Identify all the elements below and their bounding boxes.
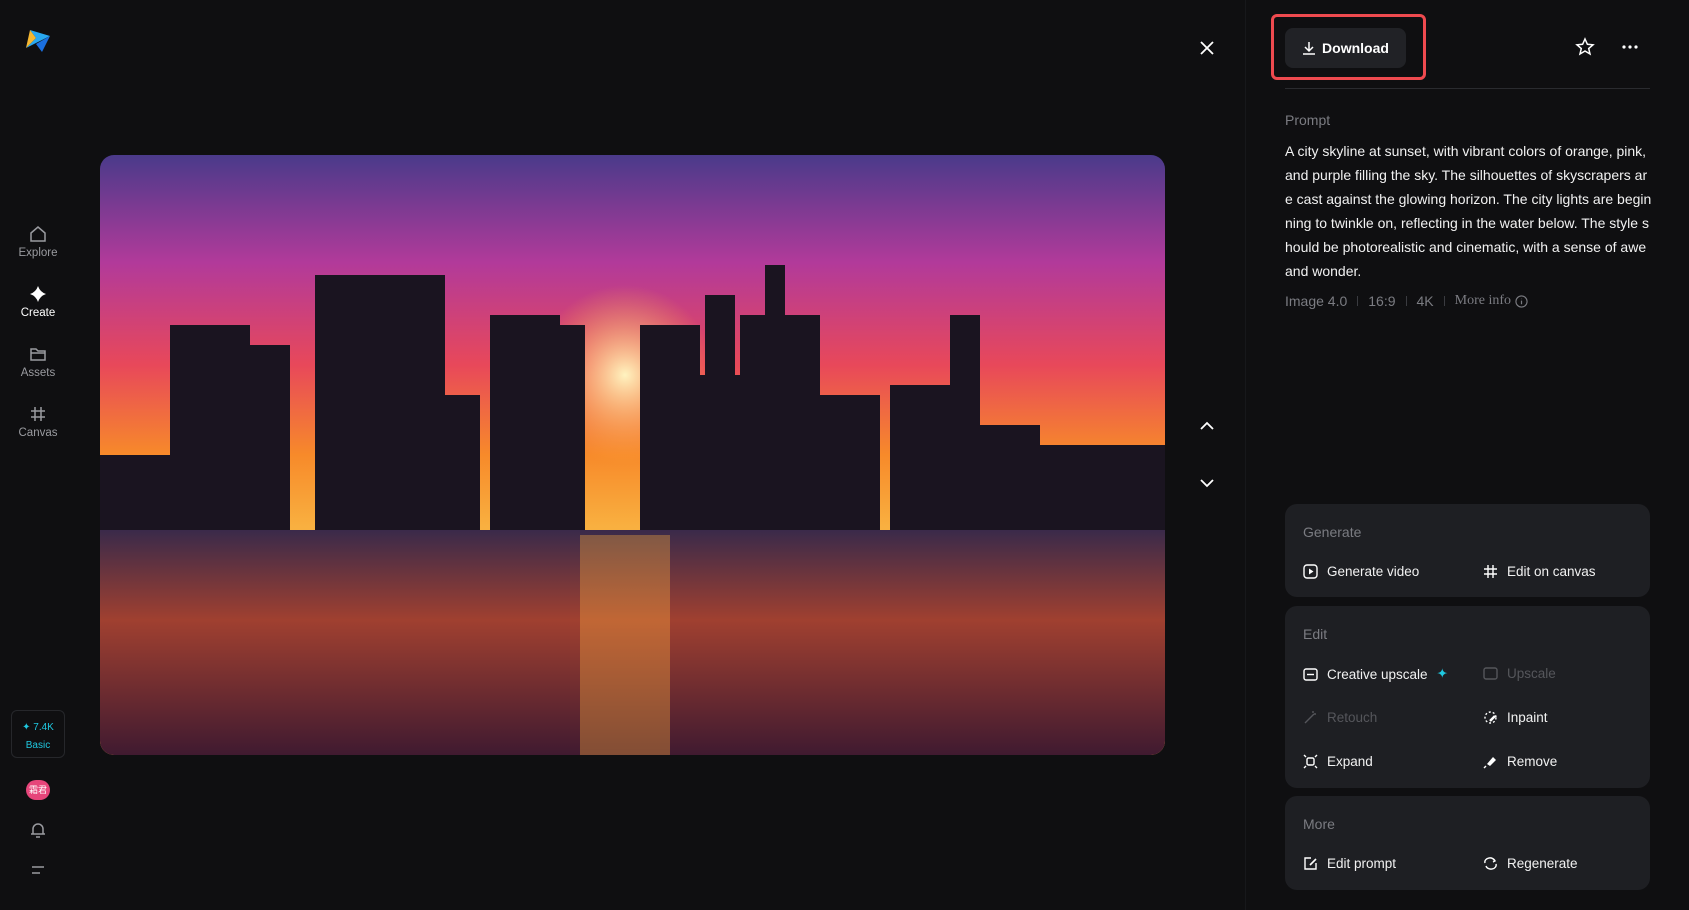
action-label: Upscale <box>1507 666 1556 681</box>
hd-icon <box>1483 667 1498 680</box>
eraser-icon <box>1483 757 1496 769</box>
sidebar-item-label: Explore <box>18 247 58 259</box>
model-label: Image 4.0 <box>1285 293 1348 309</box>
more-info-link[interactable]: More info <box>1455 293 1528 309</box>
image-meta: Image 4.0 16:9 4K More info <box>1285 293 1528 309</box>
sidebar-item-label: Canvas <box>18 427 58 439</box>
expand-icon <box>1303 754 1318 769</box>
avatar[interactable]: 霜君 <box>26 780 50 800</box>
canvas-icon <box>1484 565 1497 578</box>
action-label: Regenerate <box>1507 856 1578 871</box>
action-label: Creative upscale <box>1327 666 1428 682</box>
bell-icon[interactable] <box>28 820 48 840</box>
generated-image <box>100 155 1165 755</box>
panel-divider <box>1245 0 1246 910</box>
prompt-text: A city skyline at sunset, with vibrant c… <box>1285 143 1652 279</box>
action-label: Generate video <box>1327 564 1420 579</box>
creative-upscale-button[interactable]: Creative upscale ✦ <box>1303 666 1448 682</box>
divider <box>1285 88 1650 89</box>
resolution-label: 4K <box>1416 293 1434 309</box>
sidebar-item-create[interactable]: Create <box>0 284 76 319</box>
more-info-label: More info <box>1454 293 1512 308</box>
menu-icon[interactable] <box>28 860 48 880</box>
play-icon <box>1303 564 1318 579</box>
credits-badge[interactable]: ✦ 7.4K Basic <box>11 710 65 758</box>
upscale-button[interactable]: Upscale <box>1483 666 1556 681</box>
sidebar-item-assets[interactable]: Assets <box>0 344 76 379</box>
chevron-down-icon[interactable] <box>1197 473 1217 493</box>
sidebar-item-label: Assets <box>20 367 56 379</box>
more-title: More <box>1303 816 1335 832</box>
inpaint-button[interactable]: Inpaint <box>1483 710 1548 725</box>
more-card: More Edit prompt Regenerate <box>1285 796 1650 890</box>
hd-icon <box>1303 667 1318 681</box>
home-icon <box>30 226 46 242</box>
download-label: Download <box>1322 40 1389 56</box>
edit-prompt-button[interactable]: Edit prompt <box>1303 856 1396 871</box>
edit-card: Edit Creative upscale ✦ Upscale Retouch … <box>1285 606 1650 788</box>
generate-video-button[interactable]: Generate video <box>1303 564 1419 579</box>
edit-title: Edit <box>1303 626 1328 642</box>
plan-label: Basic <box>25 740 51 751</box>
action-label: Inpaint <box>1507 710 1548 725</box>
sidebar: Explore Create Assets Canvas ✦ 7.4K Basi… <box>0 0 76 910</box>
generate-title: Generate <box>1303 524 1362 540</box>
close-icon[interactable] <box>1197 38 1217 58</box>
generate-card: Generate Generate video Edit on canvas <box>1285 504 1650 597</box>
edit-icon <box>1304 857 1317 870</box>
app-logo-icon[interactable] <box>24 26 52 54</box>
sidebar-item-canvas[interactable]: Canvas <box>0 404 76 439</box>
edit-on-canvas-button[interactable]: Edit on canvas <box>1483 564 1596 579</box>
regenerate-button[interactable]: Regenerate <box>1483 856 1578 871</box>
canvas-icon <box>31 407 45 421</box>
more-options-icon[interactable] <box>1620 37 1640 57</box>
action-label: Edit on canvas <box>1507 564 1596 579</box>
action-label: Retouch <box>1327 710 1378 725</box>
action-label: Edit prompt <box>1327 856 1397 871</box>
inpaint-icon <box>1484 711 1497 724</box>
remove-button[interactable]: Remove <box>1483 754 1557 769</box>
info-icon <box>1515 294 1528 308</box>
ratio-label: 16:9 <box>1368 293 1396 309</box>
credits-amount: ✦ 7.4K <box>22 722 54 733</box>
chevron-up-icon[interactable] <box>1197 416 1217 436</box>
sidebar-item-label: Create <box>20 307 56 319</box>
diamond-icon <box>30 286 46 302</box>
retouch-button[interactable]: Retouch <box>1303 710 1377 725</box>
prompt-label: Prompt <box>1285 112 1331 128</box>
refresh-icon <box>1484 857 1497 870</box>
expand-button[interactable]: Expand <box>1303 754 1373 769</box>
star-icon[interactable] <box>1575 37 1595 57</box>
action-label: Remove <box>1507 754 1558 769</box>
action-label: Expand <box>1327 754 1373 769</box>
sidebar-item-explore[interactable]: Explore <box>0 224 76 259</box>
download-button[interactable]: Download <box>1285 28 1406 68</box>
sparkle-icon: ✦ <box>1436 666 1448 681</box>
magic-wand-icon <box>1304 711 1316 724</box>
folder-icon <box>30 348 46 361</box>
download-icon <box>1303 42 1316 55</box>
